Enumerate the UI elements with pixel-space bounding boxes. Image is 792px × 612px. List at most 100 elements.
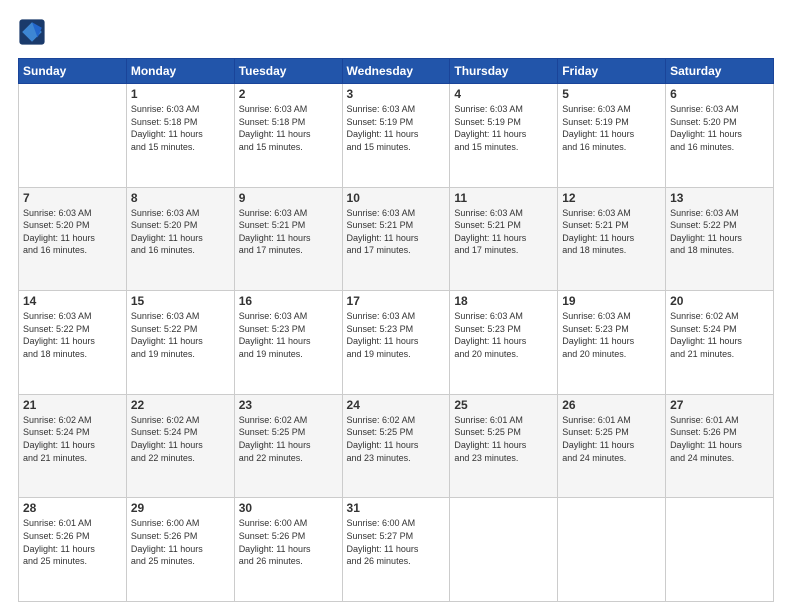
day-number: 10 [347, 191, 446, 205]
day-info: Sunrise: 6:03 AM Sunset: 5:19 PM Dayligh… [454, 103, 553, 153]
calendar-day-cell: 19Sunrise: 6:03 AM Sunset: 5:23 PM Dayli… [558, 291, 666, 395]
day-number: 7 [23, 191, 122, 205]
day-info: Sunrise: 6:01 AM Sunset: 5:25 PM Dayligh… [454, 414, 553, 464]
day-info: Sunrise: 6:03 AM Sunset: 5:20 PM Dayligh… [131, 207, 230, 257]
day-info: Sunrise: 6:00 AM Sunset: 5:27 PM Dayligh… [347, 517, 446, 567]
day-number: 23 [239, 398, 338, 412]
day-info: Sunrise: 6:03 AM Sunset: 5:22 PM Dayligh… [670, 207, 769, 257]
day-info: Sunrise: 6:03 AM Sunset: 5:21 PM Dayligh… [562, 207, 661, 257]
day-number: 6 [670, 87, 769, 101]
day-info: Sunrise: 6:03 AM Sunset: 5:23 PM Dayligh… [347, 310, 446, 360]
calendar-day-header: Thursday [450, 59, 558, 84]
calendar-day-cell: 28Sunrise: 6:01 AM Sunset: 5:26 PM Dayli… [19, 498, 127, 602]
day-info: Sunrise: 6:01 AM Sunset: 5:26 PM Dayligh… [23, 517, 122, 567]
day-number: 9 [239, 191, 338, 205]
calendar-day-cell: 18 Sunrise: 6:03 AM Sunset: 5:23 PM Dayli… [450, 291, 558, 395]
calendar-day-cell: 24 Sunrise: 6:02 AM Sunset: 5:25 PM Dayli… [342, 394, 450, 498]
day-number: 18 [454, 294, 553, 308]
day-info: Sunrise: 6:03 AM Sunset: 5:21 PM Dayligh… [454, 207, 553, 257]
header [18, 18, 774, 46]
calendar-day-cell: 13 Sunrise: 6:03 AM Sunset: 5:22 PM Dayli… [666, 187, 774, 291]
day-number: 17 [347, 294, 446, 308]
calendar-day-header: Sunday [19, 59, 127, 84]
calendar-day-cell: 8 Sunrise: 6:03 AM Sunset: 5:20 PM Daylig… [126, 187, 234, 291]
calendar-week-row: 14 Sunrise: 6:03 AM Sunset: 5:22 PM Dayli… [19, 291, 774, 395]
calendar-day-cell: 3 Sunrise: 6:03 AM Sunset: 5:19 PM Daylig… [342, 84, 450, 188]
day-number: 21 [23, 398, 122, 412]
day-number: 5 [562, 87, 661, 101]
calendar-day-cell [450, 498, 558, 602]
day-info: Sunrise: 6:03 AM Sunset: 5:18 PM Dayligh… [131, 103, 230, 153]
calendar-day-cell: 10 Sunrise: 6:03 AM Sunset: 5:21 PM Dayli… [342, 187, 450, 291]
calendar-day-cell: 21 Sunrise: 6:02 AM Sunset: 5:24 PM Dayli… [19, 394, 127, 498]
calendar-day-cell: 20 Sunrise: 6:02 AM Sunset: 5:24 PM Dayli… [666, 291, 774, 395]
calendar-day-header: Friday [558, 59, 666, 84]
day-number: 20 [670, 294, 769, 308]
day-info: Sunrise: 6:02 AM Sunset: 5:24 PM Dayligh… [23, 414, 122, 464]
calendar-day-header: Tuesday [234, 59, 342, 84]
calendar-day-header: Wednesday [342, 59, 450, 84]
day-info: Sunrise: 6:01 AM Sunset: 5:26 PM Dayligh… [670, 414, 769, 464]
calendar-day-cell [19, 84, 127, 188]
day-number: 25 [454, 398, 553, 412]
day-number: 29 [131, 501, 230, 515]
day-info: Sunrise: 6:03 AM Sunset: 5:21 PM Dayligh… [239, 207, 338, 257]
calendar-header-row: SundayMondayTuesdayWednesdayThursdayFrid… [19, 59, 774, 84]
calendar-day-cell: 27 Sunrise: 6:01 AM Sunset: 5:26 PM Dayli… [666, 394, 774, 498]
day-number: 3 [347, 87, 446, 101]
day-info: Sunrise: 6:03 AM Sunset: 5:23 PM Dayligh… [239, 310, 338, 360]
calendar-day-cell: 26Sunrise: 6:01 AM Sunset: 5:25 PM Dayli… [558, 394, 666, 498]
day-info: Sunrise: 6:02 AM Sunset: 5:24 PM Dayligh… [131, 414, 230, 464]
day-number: 13 [670, 191, 769, 205]
calendar-day-cell: 2 Sunrise: 6:03 AM Sunset: 5:18 PM Daylig… [234, 84, 342, 188]
day-info: Sunrise: 6:03 AM Sunset: 5:23 PM Dayligh… [454, 310, 553, 360]
calendar-day-cell: 12 Sunrise: 6:03 AM Sunset: 5:21 PM Dayli… [558, 187, 666, 291]
calendar-day-cell: 17 Sunrise: 6:03 AM Sunset: 5:23 PM Dayli… [342, 291, 450, 395]
day-info: Sunrise: 6:03 AM Sunset: 5:21 PM Dayligh… [347, 207, 446, 257]
day-info: Sunrise: 6:03 AM Sunset: 5:19 PM Dayligh… [347, 103, 446, 153]
day-number: 19 [562, 294, 661, 308]
day-number: 14 [23, 294, 122, 308]
calendar-day-cell [558, 498, 666, 602]
calendar-week-row: 28Sunrise: 6:01 AM Sunset: 5:26 PM Dayli… [19, 498, 774, 602]
day-number: 22 [131, 398, 230, 412]
calendar-day-cell: 9 Sunrise: 6:03 AM Sunset: 5:21 PM Daylig… [234, 187, 342, 291]
calendar-table: SundayMondayTuesdayWednesdayThursdayFrid… [18, 58, 774, 602]
calendar-day-cell: 30Sunrise: 6:00 AM Sunset: 5:26 PM Dayli… [234, 498, 342, 602]
logo-icon [18, 18, 46, 46]
calendar-day-header: Saturday [666, 59, 774, 84]
calendar-day-cell: 23 Sunrise: 6:02 AM Sunset: 5:25 PM Dayli… [234, 394, 342, 498]
day-info: Sunrise: 6:03 AM Sunset: 5:20 PM Dayligh… [670, 103, 769, 153]
calendar-week-row: 1Sunrise: 6:03 AM Sunset: 5:18 PM Daylig… [19, 84, 774, 188]
day-number: 4 [454, 87, 553, 101]
day-number: 31 [347, 501, 446, 515]
calendar-week-row: 7 Sunrise: 6:03 AM Sunset: 5:20 PM Daylig… [19, 187, 774, 291]
calendar-day-cell [666, 498, 774, 602]
day-info: Sunrise: 6:02 AM Sunset: 5:24 PM Dayligh… [670, 310, 769, 360]
calendar-day-cell: 5 Sunrise: 6:03 AM Sunset: 5:19 PM Daylig… [558, 84, 666, 188]
calendar-day-cell: 14 Sunrise: 6:03 AM Sunset: 5:22 PM Dayli… [19, 291, 127, 395]
calendar-day-cell: 15Sunrise: 6:03 AM Sunset: 5:22 PM Dayli… [126, 291, 234, 395]
day-info: Sunrise: 6:02 AM Sunset: 5:25 PM Dayligh… [239, 414, 338, 464]
day-info: Sunrise: 6:03 AM Sunset: 5:18 PM Dayligh… [239, 103, 338, 153]
page: SundayMondayTuesdayWednesdayThursdayFrid… [0, 0, 792, 612]
calendar-day-cell: 6 Sunrise: 6:03 AM Sunset: 5:20 PM Daylig… [666, 84, 774, 188]
day-info: Sunrise: 6:03 AM Sunset: 5:22 PM Dayligh… [131, 310, 230, 360]
day-number: 11 [454, 191, 553, 205]
calendar-day-cell: 11 Sunrise: 6:03 AM Sunset: 5:21 PM Dayli… [450, 187, 558, 291]
day-number: 26 [562, 398, 661, 412]
day-number: 2 [239, 87, 338, 101]
calendar-week-row: 21 Sunrise: 6:02 AM Sunset: 5:24 PM Dayli… [19, 394, 774, 498]
calendar-day-cell: 4 Sunrise: 6:03 AM Sunset: 5:19 PM Daylig… [450, 84, 558, 188]
day-number: 12 [562, 191, 661, 205]
day-info: Sunrise: 6:03 AM Sunset: 5:22 PM Dayligh… [23, 310, 122, 360]
calendar-day-cell: 25 Sunrise: 6:01 AM Sunset: 5:25 PM Dayli… [450, 394, 558, 498]
day-info: Sunrise: 6:03 AM Sunset: 5:19 PM Dayligh… [562, 103, 661, 153]
day-number: 24 [347, 398, 446, 412]
day-number: 27 [670, 398, 769, 412]
calendar-day-cell: 16Sunrise: 6:03 AM Sunset: 5:23 PM Dayli… [234, 291, 342, 395]
calendar-day-cell: 22 Sunrise: 6:02 AM Sunset: 5:24 PM Dayli… [126, 394, 234, 498]
calendar-day-header: Monday [126, 59, 234, 84]
day-info: Sunrise: 6:02 AM Sunset: 5:25 PM Dayligh… [347, 414, 446, 464]
day-number: 8 [131, 191, 230, 205]
